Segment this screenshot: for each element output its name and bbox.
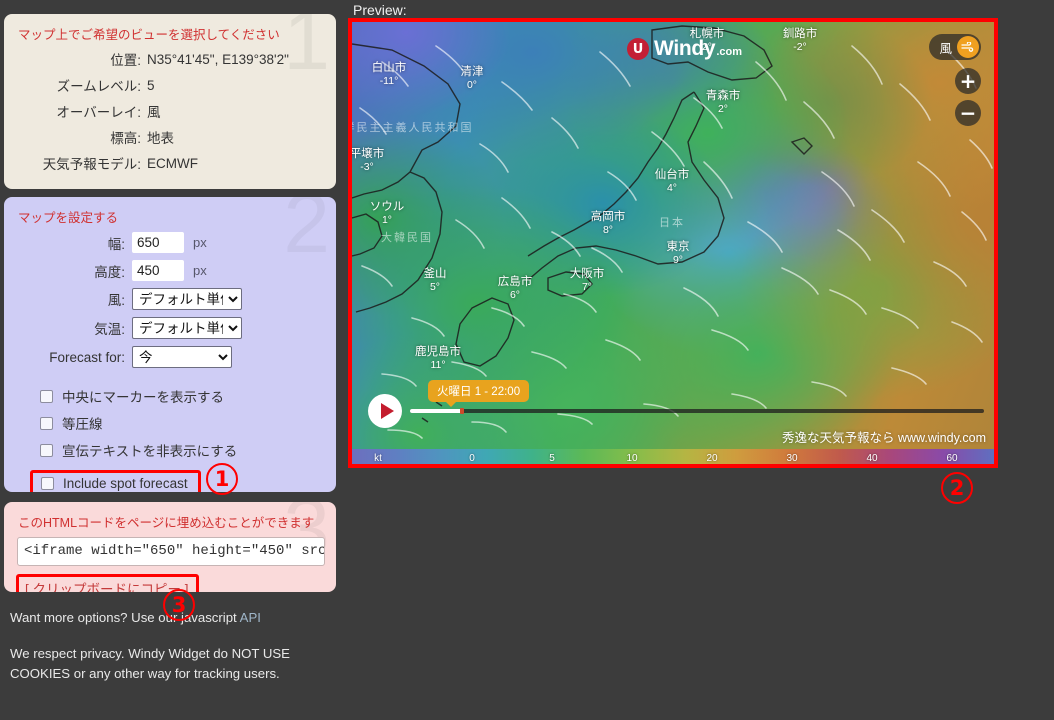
legend-tick: 0 [469, 453, 475, 464]
copy-to-clipboard-button[interactable]: [ クリップボードにコピー ] [16, 574, 199, 592]
javascript-api-link[interactable]: API [240, 610, 261, 625]
height-row: 高度: px [16, 260, 324, 281]
forecast-for-label: Forecast for: [49, 349, 125, 365]
height-unit: px [193, 263, 207, 278]
panel-location: 1 マップ上でご希望のビューを選択してください 位置: N35°41'45", … [4, 14, 336, 189]
altitude-value: 地表 [147, 131, 174, 146]
zoom-level-value: 5 [147, 77, 155, 93]
model-value: ECMWF [147, 155, 198, 171]
height-label: 高度: [94, 264, 125, 280]
layer-toggle-label: 風 [939, 41, 952, 56]
forecast-for-select[interactable]: 今 [132, 346, 232, 368]
checkbox-hide-promo[interactable] [40, 443, 53, 457]
width-label: 幅: [107, 236, 125, 252]
model-label: 天気予報モデル: [42, 157, 141, 172]
checkbox-hide-promo-label: 宣伝テキストを非表示にする [62, 444, 238, 459]
model-row: 天気予報モデル: ECMWF [16, 153, 324, 173]
temp-units-label: 気温: [94, 322, 125, 337]
windy-tld: .com [716, 46, 742, 58]
legend-tick: 30 [786, 453, 798, 464]
sidebar: 1 マップ上でご希望のビューを選択してください 位置: N35°41'45", … [4, 14, 336, 684]
legend-unit: kt [374, 453, 382, 464]
zoom-level-row: ズームレベル: 5 [16, 75, 324, 95]
checkbox-isobars-label: 等圧線 [62, 417, 103, 432]
width-row: 幅: px [16, 232, 324, 253]
wind-speed-legend: kt 0 5 10 20 30 40 60 [352, 449, 994, 464]
map-preview-frame[interactable]: 朝鮮民主主義人民共和国 大韓民国 日本 白山市-11° 清津0° 札幌市2° 釧… [348, 18, 998, 468]
zoom-out-button[interactable]: − [955, 100, 981, 126]
temp-units-row: 気温: デフォルト単位 [16, 317, 324, 339]
wind-icon[interactable] [957, 36, 979, 58]
annotation-badge-1: 1 [206, 463, 238, 495]
wind-units-row: 風: デフォルト単位 [16, 288, 324, 310]
legend-tick: 5 [549, 453, 555, 464]
attribution-text: 秀逸な天気予報なら www.windy.com [782, 431, 986, 445]
checkbox-isobars[interactable] [40, 416, 53, 430]
footer-options-text: Want more options? Use our javascript [10, 610, 240, 625]
play-button[interactable] [368, 394, 402, 428]
altitude-row: 標高: 地表 [16, 127, 324, 147]
zoom-in-button[interactable]: + [955, 68, 981, 94]
forecast-for-row: Forecast for: 今 [16, 346, 324, 368]
timeline-slider[interactable] [410, 408, 984, 414]
timeline-handle[interactable] [460, 408, 464, 414]
checkbox-row-isobars[interactable]: 等圧線 [40, 411, 324, 435]
legend-tick: 10 [626, 453, 638, 464]
checkbox-spot-forecast-label: Include spot forecast [63, 476, 188, 491]
location-value: N35°41'45", E139°38'2" [147, 51, 289, 67]
wind-units-select[interactable]: デフォルト単位 [132, 288, 242, 310]
windy-mark-icon: U [627, 38, 649, 60]
wind-units-label: 風: [107, 293, 125, 308]
checkbox-spot-forecast[interactable] [41, 477, 54, 490]
time-chip: 火曜日 1 - 22:00 [428, 380, 530, 407]
embed-code-input[interactable]: <iframe width="650" height="450" src= [17, 537, 325, 566]
panel-settings-title: マップを設定する [18, 211, 119, 225]
copy-to-clipboard-label: [ クリップボードにコピー ] [25, 582, 189, 592]
location-label: 位置: [110, 53, 141, 68]
width-unit: px [193, 235, 207, 250]
overlay-label: オーバーレイ: [56, 105, 141, 120]
height-input[interactable] [132, 260, 184, 281]
checkbox-row-center-marker[interactable]: 中央にマーカーを表示する [40, 384, 324, 408]
panel-embed-title: このHTMLコードをページに埋め込むことができます [18, 516, 315, 530]
checkbox-row-hide-promo[interactable]: 宣伝テキストを非表示にする [40, 438, 324, 462]
windy-logo[interactable]: U Windy .com [627, 37, 742, 61]
app-root: 1 マップ上でご希望のビューを選択してください 位置: N35°41'45", … [0, 0, 1054, 720]
checkbox-center-marker[interactable] [40, 389, 53, 403]
overlay-value: 風 [147, 105, 161, 120]
footer-privacy-line: We respect privacy. Windy Widget do NOT … [10, 646, 290, 681]
windy-map[interactable]: 朝鮮民主主義人民共和国 大韓民国 日本 白山市-11° 清津0° 札幌市2° 釧… [352, 22, 994, 464]
width-input[interactable] [132, 232, 184, 253]
annotation-badge-2: 2 [941, 472, 973, 504]
legend-tick: 40 [866, 453, 878, 464]
timeline-progress [410, 409, 462, 413]
windy-wordmark: Windy [654, 37, 716, 60]
altitude-label: 標高: [110, 131, 141, 146]
checkbox-row-spot-forecast[interactable]: Include spot forecast [30, 470, 201, 492]
legend-tick: 20 [706, 453, 718, 464]
annotation-badge-3: 3 [163, 589, 195, 621]
temp-units-select[interactable]: デフォルト単位 [132, 317, 242, 339]
location-row: 位置: N35°41'45", E139°38'2" [16, 49, 324, 69]
preview-label: Preview: [353, 2, 407, 18]
panel-map-settings: 2 マップを設定する 幅: px 高度: px 風: デフォルト単位 気温: [4, 197, 336, 492]
legend-tick: 60 [946, 453, 958, 464]
layer-toggle[interactable]: 風 [929, 34, 981, 60]
zoom-level-label: ズームレベル: [56, 79, 141, 94]
panel-location-title: マップ上でご希望のビューを選択してください [18, 28, 280, 42]
play-icon [380, 403, 394, 419]
overlay-row: オーバーレイ: 風 [16, 101, 324, 121]
checkbox-center-marker-label: 中央にマーカーを表示する [62, 390, 224, 405]
panel-embed-code: 3 このHTMLコードをページに埋め込むことができます <iframe widt… [4, 502, 336, 592]
